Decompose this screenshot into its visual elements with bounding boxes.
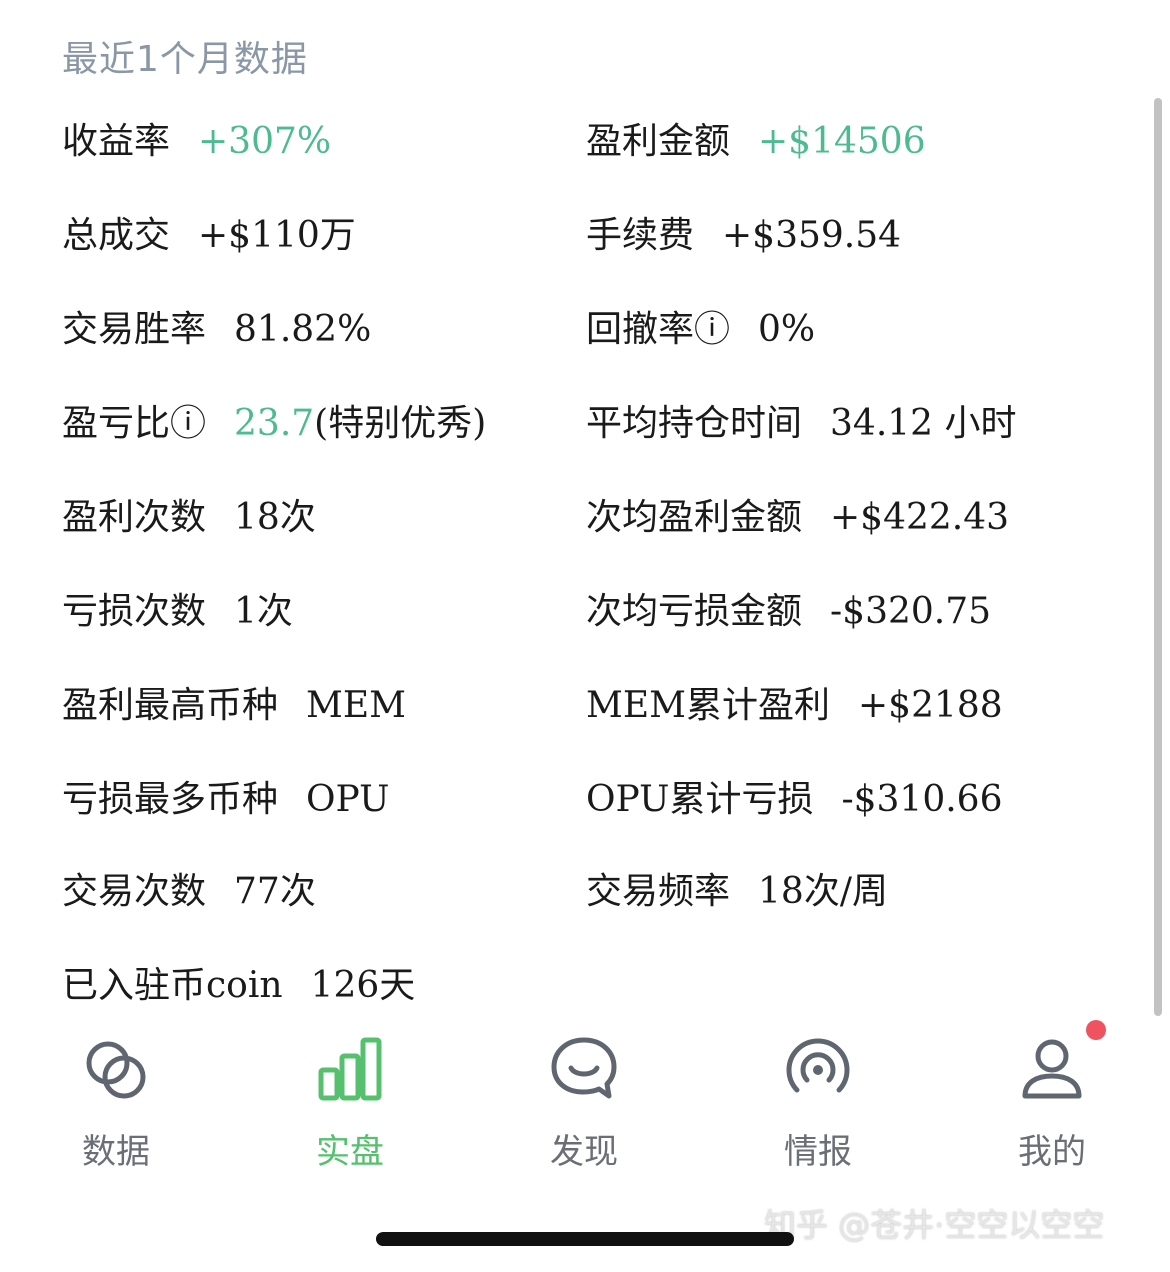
user-icon — [1022, 1039, 1082, 1099]
app-screen: 最近1个月数据 收益率 +307% 盈利金额 +$14506 总成交 +$110万 手… — [0, 0, 1170, 1272]
stat-value: +$359.54 — [722, 215, 902, 256]
stat-trade-count: 交易次数 77次 — [62, 862, 316, 922]
stat-return-rate: 收益率 +307% — [62, 112, 331, 172]
stat-days-joined: 已入驻币coin 126天 — [62, 956, 415, 1016]
stats-grid: 收益率 +307% 盈利金额 +$14506 总成交 +$110万 手续费 +$359.… — [0, 0, 1170, 1010]
home-indicator[interactable] — [376, 1232, 794, 1246]
tab-profile[interactable]: 我的 — [992, 1020, 1112, 1180]
stat-value: +$110万 — [198, 215, 356, 256]
stat-label: 收益率 — [62, 121, 171, 162]
stat-top-coin-profit: MEM累计盈利 +$2188 — [586, 676, 1003, 736]
stat-value: 1次 — [234, 591, 293, 632]
stat-label[interactable]: 盈亏比ⓘ — [62, 403, 206, 444]
stat-label: 交易频率 — [586, 871, 731, 912]
stat-label: 次均亏损金额 — [586, 591, 803, 632]
stat-top-profit-coin: 盈利最高币种 MEM — [62, 676, 406, 736]
stat-value: +$422.43 — [830, 497, 1010, 538]
stat-value: 34.12 小时 — [830, 403, 1017, 444]
stat-label: 交易胜率 — [62, 309, 207, 350]
stat-value: 126天 — [310, 965, 416, 1006]
bar-chart-icon — [318, 1037, 382, 1101]
watermark: 知乎 @苍井·空空以空空 — [764, 1206, 1105, 1244]
tab-discover[interactable]: 发现 — [524, 1020, 644, 1180]
bottom-tab-bar: 数据 实盘 发现 情报 我的 — [0, 1012, 1170, 1192]
stat-top-coin-loss: OPU累计亏损 -$310.66 — [586, 770, 1003, 830]
stat-label: 次均盈利金额 — [586, 497, 803, 538]
stat-value: 0% — [758, 309, 816, 350]
stat-value: 23.7 — [234, 403, 315, 444]
stat-value: -$320.75 — [830, 591, 992, 632]
broadcast-icon — [786, 1038, 850, 1093]
stat-profit-loss-ratio[interactable]: 盈亏比ⓘ 23.7(特别优秀) — [62, 394, 486, 454]
tab-label: 数据 — [82, 1132, 150, 1172]
tab-label: 发现 — [550, 1132, 618, 1172]
stat-value: 77次 — [234, 871, 316, 912]
chat-bubble-icon — [551, 1037, 617, 1099]
stat-value: OPU — [306, 779, 390, 820]
tab-label: 实盘 — [316, 1132, 384, 1172]
stat-loss-count: 亏损次数 1次 — [62, 582, 293, 642]
stat-win-count: 盈利次数 18次 — [62, 488, 316, 548]
stat-note: (特别优秀) — [314, 403, 487, 444]
stat-profit-amount: 盈利金额 +$14506 — [586, 112, 926, 172]
stat-value: +$2188 — [858, 685, 1003, 726]
stat-total-volume: 总成交 +$110万 — [62, 206, 356, 266]
stat-value: -$310.66 — [841, 779, 1003, 820]
notification-badge — [1086, 1020, 1106, 1040]
stat-label: 平均持仓时间 — [586, 403, 803, 444]
stat-label: 亏损最多币种 — [62, 779, 279, 820]
tab-intel[interactable]: 情报 — [758, 1020, 878, 1180]
stat-label: 总成交 — [62, 215, 171, 256]
stat-label: MEM累计盈利 — [586, 685, 831, 726]
stat-label: OPU累计亏损 — [586, 779, 814, 820]
stat-fees: 手续费 +$359.54 — [586, 206, 901, 266]
stat-value: 18次 — [234, 497, 316, 538]
stat-label: 盈利最高币种 — [62, 685, 279, 726]
stat-avg-hold-time: 平均持仓时间 34.12 小时 — [586, 394, 1017, 454]
stat-value: +307% — [198, 121, 332, 162]
stat-avg-loss-amount: 次均亏损金额 -$320.75 — [586, 582, 991, 642]
stat-label[interactable]: 回撤率ⓘ — [586, 309, 730, 350]
stat-avg-win-amount: 次均盈利金额 +$422.43 — [586, 488, 1009, 548]
stat-top-loss-coin: 亏损最多币种 OPU — [62, 770, 389, 830]
stat-value: 18次/周 — [758, 871, 888, 912]
stat-trade-frequency: 交易频率 18次/周 — [586, 862, 888, 922]
stat-value: MEM — [306, 685, 407, 726]
stat-label: 手续费 — [586, 215, 695, 256]
tab-data[interactable]: 数据 — [56, 1020, 176, 1180]
tab-label: 情报 — [784, 1132, 852, 1172]
scrollbar[interactable] — [1154, 98, 1162, 1016]
tab-label: 我的 — [1018, 1132, 1086, 1172]
stat-drawdown-rate[interactable]: 回撤率ⓘ 0% — [586, 300, 815, 360]
stat-label: 已入驻币coin — [62, 965, 283, 1006]
stat-win-rate: 交易胜率 81.82% — [62, 300, 371, 360]
tab-live-trading[interactable]: 实盘 — [290, 1020, 410, 1180]
stat-value: +$14506 — [758, 121, 926, 162]
stat-label: 交易次数 — [62, 871, 207, 912]
stat-value: 81.82% — [234, 309, 372, 350]
circles-icon — [86, 1041, 146, 1099]
stat-label: 亏损次数 — [62, 591, 207, 632]
stat-label: 盈利金额 — [586, 121, 731, 162]
stat-label: 盈利次数 — [62, 497, 207, 538]
